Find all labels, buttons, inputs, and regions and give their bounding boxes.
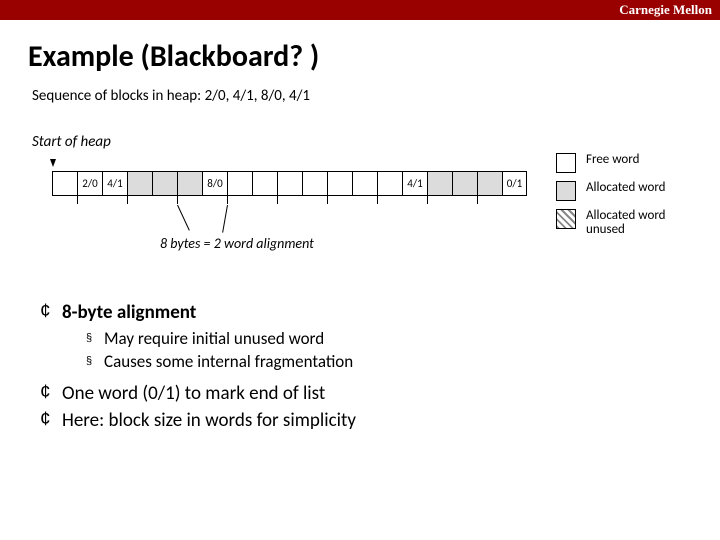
heap-cell: 4/1: [102, 171, 127, 196]
bullet-marker-icon: ¢: [40, 382, 62, 405]
align-pointer-line: [177, 205, 190, 231]
heap-cell: 2/0: [77, 171, 102, 196]
ruler-tick: [227, 196, 228, 204]
legend-text: Allocated word unused: [586, 209, 696, 238]
heap-cell: [377, 171, 402, 196]
bullet-text: May require initial unused word: [104, 328, 324, 349]
heap-cell: [127, 171, 152, 196]
subtitle: Sequence of blocks in heap: 2/0, 4/1, 8/…: [0, 83, 720, 105]
heap-cell: [177, 171, 202, 196]
heap-cell: [52, 171, 77, 196]
org-name: Carnegie Mellon: [619, 2, 712, 18]
sub-bullet-item: § May require initial unused word: [86, 328, 688, 349]
slide-title: Example (Blackboard? ): [0, 20, 720, 83]
ruler-tick: [327, 196, 328, 204]
heap-cell: [477, 171, 502, 196]
sub-bullet-list: § May require initial unused word § Caus…: [40, 328, 688, 372]
heap-row: 2/0 4/1 8/0 4/1 0/1: [52, 171, 527, 196]
ruler-tick: [477, 196, 478, 204]
alignment-label: 8 bytes = 2 word alignment: [160, 235, 314, 252]
ruler-tick: [277, 196, 278, 204]
bullet-item: ¢ 8-byte alignment: [40, 301, 688, 324]
ruler-tick: [377, 196, 378, 204]
heap-cell: [327, 171, 352, 196]
sub-bullet-item: § Causes some internal fragmentation: [86, 351, 688, 372]
bullet-text: 8-byte alignment: [62, 301, 196, 324]
legend: Free word Allocated word Allocated word …: [556, 153, 696, 246]
heap-diagram: 2/0 4/1 8/0 4/1 0/1 8 bytes = 2 word ali…: [32, 153, 696, 273]
heap-cell: [252, 171, 277, 196]
bullet-marker-icon: ¢: [40, 409, 62, 432]
legend-text: Free word: [586, 153, 639, 167]
heap-cell: [352, 171, 377, 196]
heap-cell: 8/0: [202, 171, 227, 196]
heap-cell: [302, 171, 327, 196]
legend-text: Allocated word: [586, 181, 666, 195]
bullet-list: ¢ 8-byte alignment § May require initial…: [0, 273, 720, 432]
heap-cell: [152, 171, 177, 196]
ruler-tick: [77, 196, 78, 204]
heap-cell: [452, 171, 477, 196]
banner: Carnegie Mellon: [0, 0, 720, 20]
start-of-heap-label: Start of heap: [0, 105, 720, 151]
bullet-marker-icon: ¢: [40, 301, 62, 324]
bullet-text: One word (0/1) to mark end of list: [62, 382, 325, 405]
bullet-marker-icon: §: [86, 351, 104, 372]
bullet-item: ¢ One word (0/1) to mark end of list: [40, 382, 688, 405]
legend-row: Free word: [556, 153, 696, 173]
legend-row: Allocated word unused: [556, 209, 696, 238]
heap-cell: [277, 171, 302, 196]
bullet-text: Causes some internal fragmentation: [104, 351, 353, 372]
start-arrow-icon: [50, 159, 56, 167]
legend-swatch-free: [556, 153, 576, 173]
align-pointer-line: [222, 205, 228, 233]
heap-cell: 4/1: [402, 171, 427, 196]
heap-cell: [427, 171, 452, 196]
heap-cell: 0/1: [502, 171, 527, 196]
legend-swatch-alloc: [556, 181, 576, 201]
bullet-item: ¢ Here: block size in words for simplici…: [40, 409, 688, 432]
legend-row: Allocated word: [556, 181, 696, 201]
ruler-tick: [427, 196, 428, 204]
ruler-tick: [127, 196, 128, 204]
ruler-tick: [177, 196, 178, 204]
bullet-text: Here: block size in words for simplicity: [62, 409, 356, 432]
bullet-marker-icon: §: [86, 328, 104, 349]
legend-swatch-unused: [556, 209, 576, 229]
heap-cell: [227, 171, 252, 196]
